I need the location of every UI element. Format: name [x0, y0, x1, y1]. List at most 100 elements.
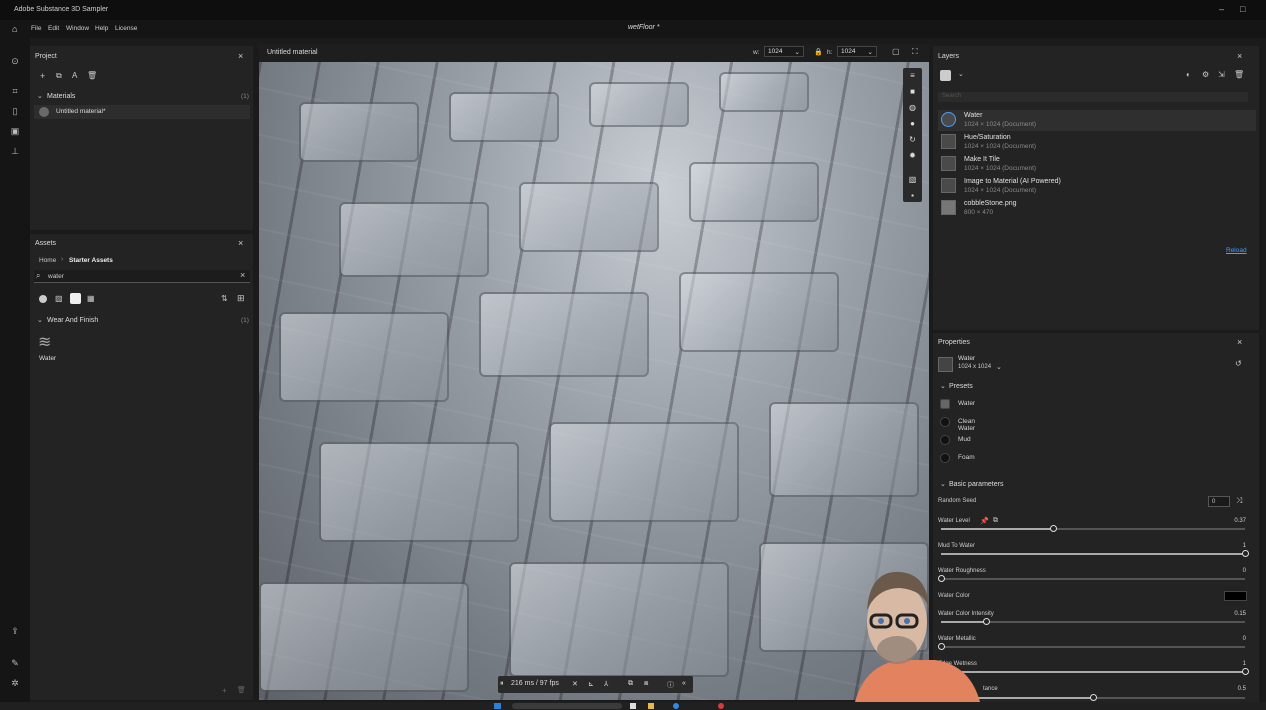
scene-icon[interactable]: ▪ — [908, 191, 917, 200]
trash-icon[interactable]: 🗑 — [237, 686, 246, 694]
trash-icon[interactable]: 🗑 — [87, 71, 97, 80]
home-icon[interactable]: ⌂ — [12, 24, 17, 34]
edge-icon[interactable] — [673, 703, 679, 709]
menu-icon[interactable]: ≡ — [908, 71, 917, 80]
menu-license[interactable]: License — [115, 25, 137, 32]
search-input[interactable]: water — [48, 273, 64, 280]
shuffle-icon[interactable]: ⤨ — [1236, 496, 1242, 506]
slider-handle[interactable] — [1241, 668, 1249, 675]
chevron-down-icon[interactable]: ⌄ — [37, 316, 43, 324]
compare-icon[interactable]: ⧈ — [644, 680, 648, 688]
light-icon[interactable]: ✹ — [908, 151, 917, 160]
layers-icon[interactable]: ▯ — [10, 106, 20, 116]
chevron-down-icon[interactable]: ⌄ — [958, 70, 964, 78]
close-icon[interactable]: × — [1237, 51, 1242, 61]
minimize-button[interactable]: – — [1219, 4, 1224, 14]
asset-tile[interactable]: ≋ Water — [37, 335, 61, 365]
slider-handle[interactable] — [1241, 550, 1249, 557]
file-explorer-icon[interactable] — [648, 703, 654, 709]
reset-icon[interactable]: ↺ — [1235, 359, 1242, 368]
clear-search-icon[interactable]: × — [240, 270, 245, 280]
mask-icon[interactable]: ◐ — [1186, 70, 1191, 79]
windows-start-icon[interactable] — [494, 703, 501, 709]
image-icon[interactable]: ▧ — [908, 175, 917, 184]
maximize-button[interactable]: □ — [1240, 4, 1245, 14]
random-seed-input[interactable]: 0 — [1208, 496, 1230, 507]
duplicate-icon[interactable]: ⧉ — [56, 71, 62, 81]
globe-icon[interactable]: ◍ — [908, 103, 917, 112]
slider-handle[interactable] — [1089, 694, 1097, 701]
close-icon[interactable]: × — [238, 238, 243, 248]
breadcrumb-home[interactable]: Home — [39, 257, 56, 264]
camera-icon[interactable]: ■ — [908, 87, 917, 96]
layer-row[interactable]: Water 1024 × 1024 (Document) — [938, 110, 1256, 131]
frame-icon[interactable]: ▢ — [892, 47, 900, 56]
export-icon[interactable]: ⇲ — [1218, 70, 1225, 79]
add-layer-icon[interactable] — [940, 70, 951, 81]
close-icon[interactable]: × — [238, 51, 243, 61]
export-icon[interactable]: ⇪ — [10, 626, 20, 636]
add-icon[interactable]: + — [222, 686, 227, 695]
menu-edit[interactable]: Edit — [48, 25, 59, 32]
reload-link[interactable]: Reload — [1226, 247, 1247, 254]
link-icon[interactable]: ⧉ — [993, 517, 998, 525]
pattern-filter-icon[interactable]: ▦ — [87, 294, 95, 303]
slider-track[interactable] — [937, 575, 1245, 582]
menu-window[interactable]: Window — [66, 25, 89, 32]
sort-icon[interactable]: ⇅ — [221, 294, 228, 303]
filter-filter-icon[interactable] — [70, 293, 81, 304]
stamp-icon[interactable]: ⊥ — [10, 146, 20, 156]
gizmo-icon[interactable]: ⅄ — [604, 680, 608, 688]
add-icon[interactable]: + — [40, 71, 45, 81]
slider-track[interactable] — [941, 525, 1245, 532]
info-icon[interactable]: ⓘ — [667, 680, 674, 690]
plugin-icon[interactable]: ✎ — [10, 658, 20, 668]
pin-icon[interactable]: 📌 — [980, 517, 989, 525]
param-water-level[interactable]: Water Level 📌 ⧉ 0.37 — [938, 517, 1250, 542]
trash-icon[interactable]: 🗑 — [1234, 70, 1244, 79]
expand-icon[interactable]: ✕ — [572, 680, 578, 688]
axis-icon[interactable]: ⊾ — [588, 680, 594, 688]
split-icon[interactable]: ⧉ — [628, 680, 633, 688]
width-select[interactable]: 1024 ⌄ — [764, 46, 804, 57]
slider-track[interactable] — [941, 668, 1249, 675]
grid-view-icon[interactable]: ⊞ — [237, 293, 245, 304]
sphere-icon[interactable]: ● — [908, 119, 917, 128]
menu-file[interactable]: File — [31, 25, 41, 32]
lock-icon[interactable]: 🔒 — [814, 48, 823, 56]
search-field[interactable]: ⌕ water × — [34, 270, 250, 283]
slider-track[interactable] — [941, 694, 1245, 701]
chrome-icon[interactable] — [718, 703, 724, 709]
layers-search-field[interactable]: Search — [938, 92, 1248, 102]
chevron-down-icon[interactable]: ⌄ — [996, 363, 1002, 371]
layer-row[interactable]: Image to Material (AI Powered) 1024 × 10… — [938, 176, 1256, 197]
slider-track[interactable] — [941, 618, 1245, 625]
close-icon[interactable]: × — [1237, 337, 1242, 347]
layer-row[interactable]: cobbleStone.png 800 × 470 — [938, 198, 1256, 219]
height-select[interactable]: 1024 ⌄ — [837, 46, 877, 57]
slider-track[interactable] — [937, 643, 1245, 650]
chevron-down-icon[interactable]: ⌄ — [940, 382, 946, 390]
group-icon[interactable]: ⚙ — [1202, 70, 1209, 79]
layer-row[interactable]: Make It Tile 1024 × 1024 (Document) — [938, 154, 1256, 175]
list-item[interactable]: Untitled material* — [34, 105, 250, 119]
task-view-icon[interactable] — [630, 703, 636, 709]
layer-row[interactable]: Hue/Saturation 1024 × 1024 (Document) — [938, 132, 1256, 153]
chevron-down-icon[interactable]: ⌄ — [940, 480, 946, 488]
slider-handle[interactable] — [1049, 525, 1057, 532]
image-filter-icon[interactable]: ▨ — [55, 294, 63, 303]
prop-layer-size[interactable]: 1024 x 1024 — [958, 364, 991, 370]
ai-icon[interactable]: A — [72, 71, 77, 80]
crop-icon[interactable]: ⌗ — [10, 86, 20, 96]
collapse-icon[interactable]: « — [682, 680, 686, 687]
pause-icon[interactable]: ⏸ — [500, 680, 504, 688]
menu-help[interactable]: Help — [95, 25, 108, 32]
target-icon[interactable]: ⊙ — [10, 56, 20, 66]
fullscreen-icon[interactable]: ⛶ — [912, 47, 918, 57]
frame-icon[interactable]: ▣ — [10, 126, 20, 136]
taskbar-search[interactable] — [512, 703, 622, 709]
material-filter-icon[interactable] — [39, 295, 47, 303]
rotate-icon[interactable]: ↻ — [908, 135, 917, 144]
water-color-swatch[interactable] — [1224, 591, 1247, 601]
settings-icon[interactable]: ✲ — [10, 678, 20, 688]
